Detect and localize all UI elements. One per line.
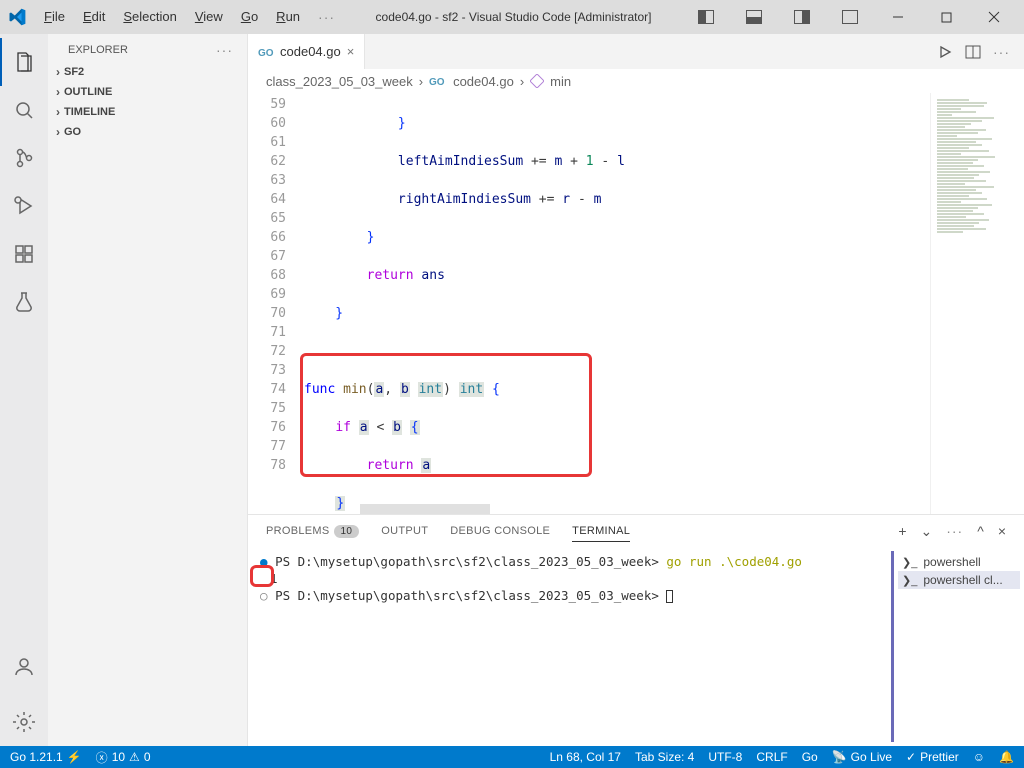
terminal-prompt: PS D:\mysetup\gopath\src\sf2\class_2023_…: [275, 588, 666, 603]
window-close[interactable]: [972, 2, 1016, 32]
activity-extensions[interactable]: [0, 230, 48, 278]
menu-more[interactable]: ···: [310, 5, 343, 29]
menu-go[interactable]: Go: [233, 5, 266, 29]
split-icon[interactable]: [965, 45, 981, 59]
layout-toggle-3[interactable]: [780, 2, 824, 32]
menu-file[interactable]: File: [36, 5, 73, 29]
tab-problems[interactable]: PROBLEMS10: [266, 521, 359, 541]
activity-bar: [0, 34, 48, 746]
tab-code04[interactable]: GO code04.go ×: [248, 34, 365, 69]
menu-selection[interactable]: Selection: [115, 5, 184, 29]
svg-text:GO: GO: [258, 48, 274, 58]
status-golive[interactable]: 📡 Go Live: [832, 750, 892, 764]
status-feedback-icon[interactable]: ☺: [973, 750, 985, 764]
line-gutter: 5960616263646566676869707172737475767778: [248, 93, 304, 514]
terminal-scroll-indicator: [891, 551, 894, 742]
sidebar-go[interactable]: ›GO: [48, 122, 247, 142]
terminal-output: 1: [260, 570, 882, 587]
status-encoding[interactable]: UTF-8: [708, 750, 742, 764]
editor[interactable]: 5960616263646566676869707172737475767778…: [248, 93, 1024, 514]
status-prettier[interactable]: ✓ Prettier: [906, 750, 959, 764]
breadcrumb-file[interactable]: code04.go: [453, 74, 514, 89]
status-go-version[interactable]: Go 1.21.1 ⚡: [10, 750, 82, 764]
tab-debug[interactable]: DEBUG CONSOLE: [450, 521, 550, 541]
menu-edit[interactable]: Edit: [75, 5, 113, 29]
terminal-prompt: PS D:\mysetup\gopath\src\sf2\class_2023_…: [275, 554, 666, 569]
vscode-logo-icon: [8, 8, 26, 26]
menu-run[interactable]: Run: [268, 5, 308, 29]
menu-bar: File Edit Selection View Go Run ···: [36, 5, 343, 29]
panel-close-icon[interactable]: ×: [998, 523, 1006, 540]
term-item-1[interactable]: ❯_powershell: [898, 553, 1020, 571]
panel-maximize-icon[interactable]: ^: [977, 523, 984, 540]
window-title: code04.go - sf2 - Visual Studio Code [Ad…: [343, 10, 684, 24]
breadcrumb[interactable]: class_2023_05_03_week› GO code04.go› min: [248, 69, 1024, 93]
title-bar: File Edit Selection View Go Run ··· code…: [0, 0, 1024, 34]
term-item-2[interactable]: ❯_powershell cl...: [898, 571, 1020, 589]
activity-explorer[interactable]: [0, 38, 48, 86]
tab-terminal[interactable]: TERMINAL: [572, 521, 630, 542]
status-language[interactable]: Go: [802, 750, 818, 764]
status-bar: Go 1.21.1 ⚡ ⓧ 10 ⚠ 0 Ln 68, Col 17 Tab S…: [0, 746, 1024, 768]
terminal-list: ❯_powershell ❯_powershell cl...: [894, 547, 1024, 746]
activity-debug[interactable]: [0, 182, 48, 230]
window-maximize[interactable]: [924, 2, 968, 32]
editor-tabs: GO code04.go × ···: [248, 34, 1024, 69]
sidebar-header: EXPLORER ···: [48, 34, 247, 62]
tab-label: code04.go: [280, 44, 341, 59]
svg-text:GO: GO: [429, 77, 445, 87]
window-minimize[interactable]: [876, 2, 920, 32]
go-file-icon: GO: [429, 75, 447, 87]
menu-view[interactable]: View: [187, 5, 231, 29]
breadcrumb-folder[interactable]: class_2023_05_03_week: [266, 74, 413, 89]
go-file-icon: GO: [258, 46, 274, 58]
layout-toggle-1[interactable]: [684, 2, 728, 32]
sidebar-title: EXPLORER: [68, 44, 128, 56]
terminal-dropdown-icon[interactable]: ⌄: [921, 523, 933, 540]
code-area[interactable]: } leftAimIndiesSum += m + 1 - l rightAim…: [304, 93, 930, 514]
h-scrollbar[interactable]: [360, 504, 490, 514]
status-eol[interactable]: CRLF: [756, 750, 787, 764]
activity-search[interactable]: [0, 86, 48, 134]
panel-more-icon[interactable]: ···: [946, 523, 963, 540]
status-position[interactable]: Ln 68, Col 17: [550, 750, 621, 764]
sidebar-timeline[interactable]: ›TIMELINE: [48, 102, 247, 122]
breadcrumb-symbol[interactable]: min: [550, 74, 571, 89]
sidebar: EXPLORER ··· ›SF2 ›OUTLINE ›TIMELINE ›GO: [48, 34, 248, 746]
new-terminal-icon[interactable]: +: [898, 523, 906, 540]
symbol-icon: [530, 74, 544, 88]
activity-scm[interactable]: [0, 134, 48, 182]
activity-account[interactable]: [0, 642, 48, 690]
activity-testing[interactable]: [0, 278, 48, 326]
tab-output[interactable]: OUTPUT: [381, 521, 428, 541]
sidebar-outline[interactable]: ›OUTLINE: [48, 82, 247, 102]
cursor-icon: [666, 590, 673, 603]
terminal[interactable]: ● PS D:\mysetup\gopath\src\sf2\class_202…: [248, 547, 894, 746]
bottom-panel: PROBLEMS10 OUTPUT DEBUG CONSOLE TERMINAL…: [248, 514, 1024, 746]
status-bell-icon[interactable]: 🔔: [999, 750, 1014, 764]
status-errors[interactable]: ⓧ 10 ⚠ 0: [96, 749, 151, 766]
sidebar-sf2[interactable]: ›SF2: [48, 62, 247, 82]
layout-toggle-4[interactable]: [828, 2, 872, 32]
layout-toggle-2[interactable]: [732, 2, 776, 32]
run-icon[interactable]: [937, 44, 953, 60]
editor-more-icon[interactable]: ···: [993, 44, 1010, 60]
tab-close-icon[interactable]: ×: [347, 44, 355, 59]
sidebar-more-icon[interactable]: ···: [216, 42, 233, 58]
minimap[interactable]: [930, 93, 1024, 514]
status-tabsize[interactable]: Tab Size: 4: [635, 750, 694, 764]
activity-settings[interactable]: [0, 698, 48, 746]
